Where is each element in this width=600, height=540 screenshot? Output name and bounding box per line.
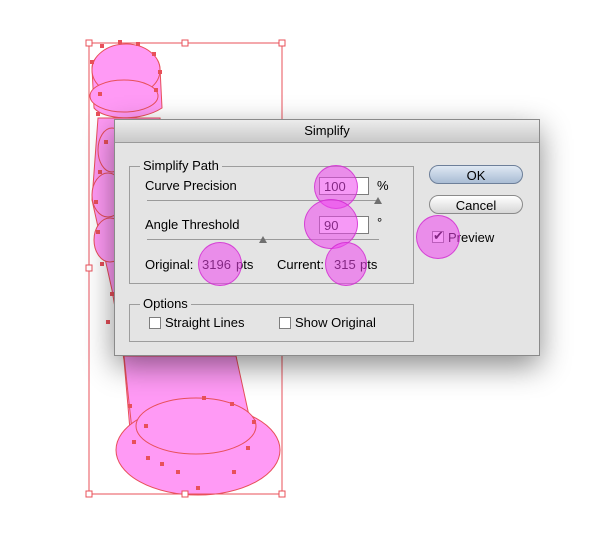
preview-label[interactable]: Preview [448,230,494,246]
angle-threshold-slider-thumb[interactable] [259,236,267,243]
show-original-checkbox[interactable] [279,317,291,329]
original-points-label: Original: [145,257,194,272]
original-points-unit: pts [236,257,254,272]
simplify-dialog: Simplify Simplify Path Curve Precision 1… [114,119,540,356]
angle-threshold-input[interactable]: 90 [319,216,369,234]
dialog-title[interactable]: Simplify [115,120,539,143]
preview-checkbox[interactable]: ✔ [432,228,444,243]
options-title: Options [140,297,191,311]
original-points-value: 3196 [202,257,231,272]
straight-lines-checkbox[interactable] [149,317,161,329]
current-points-label: Current: [277,257,324,272]
bbox-handle-tr[interactable] [278,39,286,47]
bbox-handle-bl[interactable] [85,490,93,498]
curve-precision-slider-track[interactable] [147,200,379,201]
angle-threshold-unit: ° [377,215,383,230]
straight-lines-label[interactable]: Straight Lines [165,315,245,331]
ok-button[interactable]: OK [429,165,523,184]
bbox-handle-br[interactable] [278,490,286,498]
curve-precision-unit: % [377,178,389,193]
simplify-path-title: Simplify Path [140,159,222,173]
cancel-button[interactable]: Cancel [429,195,523,214]
bbox-handle-bc[interactable] [181,490,189,498]
bbox-handle-tl[interactable] [85,39,93,47]
curve-precision-label: Curve Precision [145,178,237,193]
bbox-handle-ml[interactable] [85,264,93,272]
current-points-value: 315 [334,257,356,272]
checkmark-icon: ✔ [433,228,444,243]
angle-threshold-label: Angle Threshold [145,217,240,232]
curve-precision-input[interactable]: 100 [319,177,369,195]
bbox-handle-tc[interactable] [181,39,189,47]
current-points-unit: pts [360,257,378,272]
curve-precision-slider-thumb[interactable] [374,197,382,204]
show-original-label[interactable]: Show Original [295,315,376,331]
